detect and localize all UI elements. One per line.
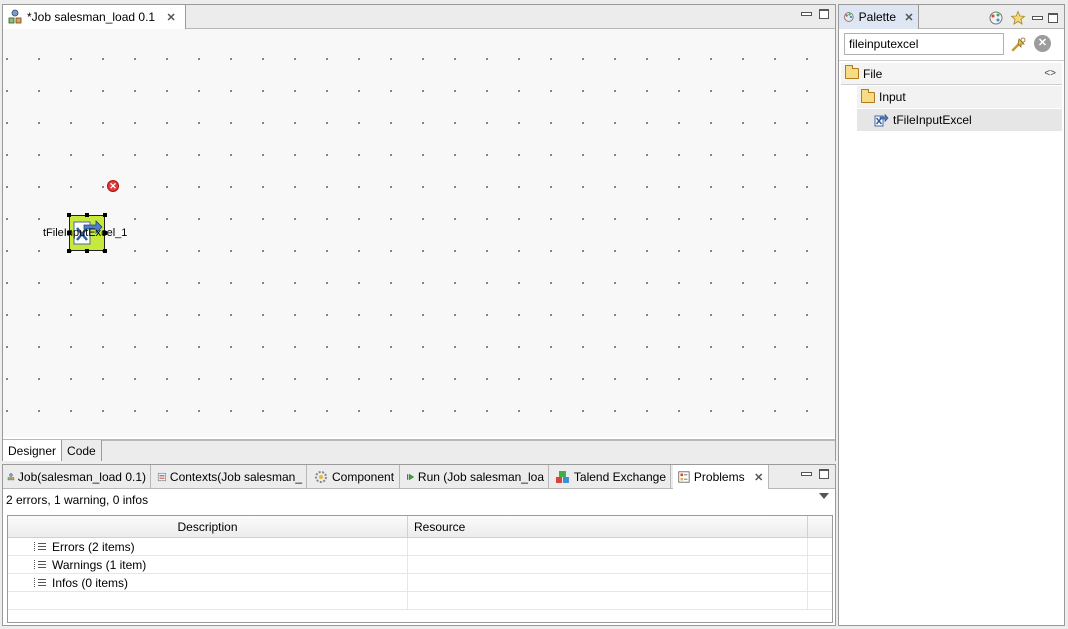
palette-view: Palette ✕ ✕ File <> Input [838, 4, 1065, 626]
maximize-icon[interactable] [819, 9, 829, 19]
job-editor: *Job salesman_load 0.1 ✕ ✕ tFileInputExc… [2, 4, 836, 461]
maximize-icon[interactable] [819, 469, 829, 479]
close-tab-icon[interactable]: ✕ [754, 471, 764, 484]
row-filler [808, 574, 832, 591]
tab-label: Problems [693, 470, 745, 484]
row-label: Errors (2 items) [52, 539, 135, 554]
palette-search-input[interactable] [844, 33, 1004, 55]
row-filler [808, 538, 832, 555]
column-description[interactable]: Description [8, 516, 408, 537]
table-header: Description Resource [8, 516, 832, 538]
tab-problems[interactable]: Problems ✕ [673, 465, 769, 489]
column-resource[interactable]: Resource [408, 516, 808, 537]
palette-folder-file[interactable]: File <> [841, 63, 1062, 85]
tab-label: Contexts(Job salesman_ [169, 470, 302, 484]
tree-group-icon [34, 559, 46, 570]
clear-search-icon[interactable]: ✕ [1034, 35, 1051, 52]
column-filler [808, 516, 832, 537]
component-label[interactable]: tFileInputExcel_1 [43, 227, 127, 239]
selection-handle[interactable] [85, 249, 89, 253]
row-description: Warnings (1 item) [8, 556, 408, 573]
favorites-star-icon[interactable] [1010, 10, 1026, 26]
editor-tabstrip: *Job salesman_load 0.1 ✕ [3, 5, 835, 30]
tab-label: Run (Job salesman_loa [417, 470, 544, 484]
problems-table: Description Resource Errors (2 items) Wa… [7, 515, 833, 623]
file-input-excel-icon [874, 113, 889, 127]
folder-label: File [863, 66, 883, 81]
tab-label: Job(salesman_load 0.1) [17, 470, 146, 484]
close-tab-icon[interactable]: ✕ [165, 11, 177, 24]
close-tab-icon[interactable]: ✕ [904, 11, 914, 24]
row-resource [408, 556, 808, 573]
minimize-icon[interactable] [801, 9, 812, 19]
tab-talend-exchange[interactable]: Talend Exchange [551, 465, 671, 489]
editor-tab-title: *Job salesman_load 0.1 [27, 10, 156, 24]
tree-group-icon [34, 577, 46, 588]
palette-separator [839, 60, 1064, 61]
job-icon [8, 9, 22, 24]
palette-icon [844, 12, 854, 22]
palette-item-label: tFileInputExcel [893, 113, 972, 127]
selection-handle[interactable] [67, 213, 71, 217]
row-description: Errors (2 items) [8, 538, 408, 555]
minimize-icon[interactable] [1032, 13, 1043, 23]
palette-title: Palette [858, 10, 897, 24]
table-row[interactable]: Warnings (1 item) [8, 556, 832, 574]
tab-run[interactable]: Run (Job salesman_loa [402, 465, 549, 489]
selection-handle[interactable] [85, 213, 89, 217]
search-go-icon[interactable] [1010, 35, 1028, 53]
row-resource [408, 574, 808, 591]
palette-folder-input[interactable]: Input [857, 86, 1062, 108]
job-icon [7, 473, 15, 481]
palette-settings-icon[interactable] [988, 10, 1004, 26]
run-icon [407, 473, 415, 481]
selection-handle[interactable] [67, 249, 71, 253]
tab-code[interactable]: Code [62, 440, 102, 461]
tab-palette[interactable]: Palette ✕ [839, 5, 919, 29]
row-description: Infos (0 items) [8, 574, 408, 591]
selection-handle[interactable] [103, 249, 107, 253]
folder-label: Input [879, 90, 906, 104]
row-filler [808, 556, 832, 573]
editor-mode-tabs: Designer Code [3, 439, 835, 461]
row-resource [408, 538, 808, 555]
problems-view: Job(salesman_load 0.1) Contexts(Job sale… [2, 464, 836, 626]
selection-handle[interactable] [103, 213, 107, 217]
tab-label: Talend Exchange [573, 470, 666, 484]
row-label: Warnings (1 item) [52, 557, 147, 572]
tab-job-info[interactable]: Job(salesman_load 0.1) [3, 465, 151, 489]
component-icon [315, 471, 327, 483]
tab-job-salesman-load[interactable]: *Job salesman_load 0.1 ✕ [3, 5, 187, 30]
problems-summary: 2 errors, 1 warning, 0 infos [6, 493, 149, 507]
tree-group-icon [34, 541, 46, 552]
tab-contexts[interactable]: Contexts(Job salesman_ [153, 465, 307, 489]
contexts-icon [157, 472, 166, 482]
row-label: Infos (0 items) [52, 575, 129, 590]
tab-designer[interactable]: Designer [3, 440, 63, 461]
empty-row [8, 592, 832, 610]
table-row[interactable]: Infos (0 items) [8, 574, 832, 592]
table-row[interactable]: Errors (2 items) [8, 538, 832, 556]
palette-item-tfileinputexcel[interactable]: tFileInputExcel [857, 109, 1062, 131]
folder-open-icon [845, 65, 859, 79]
palette-tabstrip: Palette ✕ [839, 5, 1064, 29]
folder-open-icon [861, 88, 875, 103]
view-menu-icon[interactable] [819, 493, 829, 499]
tab-component[interactable]: Component [309, 465, 400, 489]
collapse-icon[interactable]: <> [1044, 68, 1056, 79]
exchange-icon [555, 471, 569, 483]
problems-icon [678, 471, 690, 483]
error-icon[interactable]: ✕ [107, 180, 119, 192]
view-tabstrip: Job(salesman_load 0.1) Contexts(Job sale… [3, 465, 835, 489]
minimize-icon[interactable] [801, 469, 812, 479]
design-canvas[interactable]: ✕ tFileInputExcel_1 [3, 29, 835, 437]
tabs-filler [101, 440, 835, 461]
maximize-icon[interactable] [1048, 13, 1058, 23]
tab-label: Component [332, 470, 395, 484]
